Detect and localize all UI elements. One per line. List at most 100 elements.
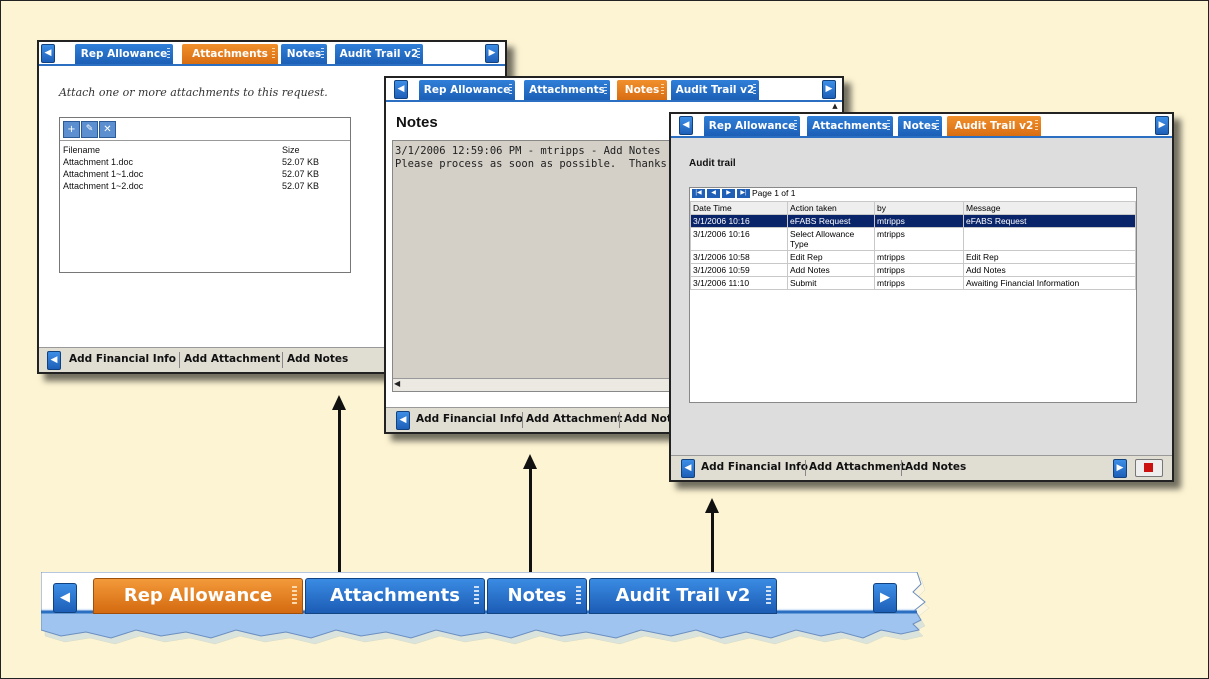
cell-date: 3/1/2006 10:59 [690,263,788,277]
last-page-icon[interactable]: ▶| [737,189,750,198]
table-row[interactable]: 3/1/2006 10:16 eFABS Request mtripps eFA… [690,214,1136,228]
illustration-canvas: ◀ Rep Allowance Attachments Notes Audit … [0,0,1209,679]
tab-attachments[interactable]: Attachments [305,578,485,614]
tab-label: Attachments [330,585,460,606]
tab-bar: ◀ Rep Allowance Attachments Notes Audit … [39,42,505,66]
edit-attachment-icon[interactable]: ✎ [81,121,98,138]
scroll-left-icon[interactable]: ◀ [396,411,410,430]
attachment-instruction: Attach one or more attachments to this r… [59,86,328,99]
scroll-left-icon[interactable]: ◀ [41,44,55,63]
tab-notes[interactable]: Notes [281,44,327,64]
next-page-icon[interactable]: ▶ [722,189,735,198]
table-row[interactable]: 3/1/2006 10:59 Add Notes mtripps Add Not… [690,263,1136,277]
cell-action: Submit [787,276,875,290]
notes-line: 3/1/2006 12:59:06 PM - mtripps - Add Not… [395,145,661,157]
tab-audit-trail[interactable]: Audit Trail v2 [671,80,759,100]
cell-date: 3/1/2006 10:16 [690,227,788,251]
arrow-line [711,513,714,572]
file-size: 52.07 KB [282,181,320,191]
audit-trail-title: Audit trail [689,158,736,169]
scroll-right-icon[interactable]: ▶ [485,44,499,63]
scroll-left-icon[interactable]: ◀ [53,583,77,613]
tab-rep-allowance[interactable]: Rep Allowance [93,578,303,614]
cell-action: Add Notes [787,263,875,277]
attachment-toolbar: + ✎ ✕ [60,118,350,141]
tab-label: Rep Allowance [423,84,511,96]
file-name: Attachment 1~1.doc [63,169,144,179]
tab-notes[interactable]: Notes [487,578,587,614]
add-financial-info-button[interactable]: Add Financial Info [416,413,523,425]
add-attachment-icon[interactable]: + [63,121,80,138]
scroll-right-icon[interactable]: ▶ [822,80,836,99]
column-size: Size [282,145,300,155]
tab-rep-allowance[interactable]: Rep Allowance [704,116,800,136]
pager-bar: |◀ ◀ ▶ ▶| Page 1 of 1 [690,188,1136,200]
column-header[interactable]: Message [963,201,1136,215]
tab-label: Attachments [192,48,268,60]
arrow-line [338,410,341,572]
scroll-left-icon[interactable]: ◀ [679,116,693,135]
cell-message [963,227,1136,251]
column-filename: Filename [63,145,101,155]
table-row[interactable]: 3/1/2006 10:58 Edit Rep mtripps Edit Rep [690,250,1136,264]
notes-title: Notes [396,114,438,131]
tab-attachments[interactable]: Attachments [524,80,610,100]
cell-by: mtripps [874,263,964,277]
tab-audit-trail[interactable]: Audit Trail v2 [947,116,1041,136]
tab-label: Notes [507,585,567,606]
tab-notes[interactable]: Notes [898,116,942,136]
tab-notes[interactable]: Notes [617,80,667,100]
file-size: 52.07 KB [282,157,320,167]
scroll-left-icon[interactable]: ◀ [47,351,61,370]
tab-attachments[interactable]: Attachments [182,44,278,64]
file-row[interactable]: Attachment 1~1.doc 52.07 KB [60,169,348,181]
cell-by: mtripps [874,214,964,228]
scroll-right-icon[interactable]: ▶ [1113,459,1127,478]
table-row[interactable]: 3/1/2006 10:16 Select Allowance Type mtr… [690,227,1136,251]
notes-line: Please process as soon as possible. Than… [395,158,693,170]
tab-label: Rep Allowance [123,585,273,606]
add-attachment-button[interactable]: Add Attachment [809,461,905,473]
scroll-right-icon[interactable]: ▶ [873,583,897,613]
stop-icon[interactable] [1135,459,1163,477]
first-page-icon[interactable]: |◀ [692,189,705,198]
column-header[interactable]: Action taken [787,201,875,215]
add-attachment-button[interactable]: Add Attachment [184,353,280,365]
tab-label: Rep Allowance [708,120,796,132]
cell-message: Awaiting Financial Information [963,276,1136,290]
tab-audit-trail[interactable]: Audit Trail v2 [589,578,777,614]
cell-message: Add Notes [963,263,1136,277]
add-financial-info-button[interactable]: Add Financial Info [69,353,176,365]
tab-label: Audit Trail v2 [339,48,419,60]
add-financial-info-button[interactable]: Add Financial Info [701,461,808,473]
cell-action: Select Allowance Type [787,227,875,251]
add-attachment-button[interactable]: Add Attachment [526,413,622,425]
bottom-action-bar: ◀ Add Financial Info Add Attachment Add … [671,455,1172,480]
scroll-left-icon[interactable]: ◀ [394,80,408,99]
cell-message: Edit Rep [963,250,1136,264]
cell-by: mtripps [874,227,964,251]
scroll-left-arrow-icon[interactable]: ◀ [394,379,400,388]
tab-rep-allowance[interactable]: Rep Allowance [75,44,173,64]
tab-rep-allowance[interactable]: Rep Allowance [419,80,515,100]
scroll-up-icon[interactable]: ▲ [830,102,840,110]
tab-bar: ◀ Rep Allowance Attachments Notes Audit … [671,114,1172,138]
add-notes-button[interactable]: Add Notes [287,353,348,365]
column-header[interactable]: by [874,201,964,215]
file-row[interactable]: Attachment 1.doc 52.07 KB [60,157,348,169]
attachment-panel: + ✎ ✕ Filename Size Attachment 1.doc 52.… [59,117,351,273]
tab-attachments[interactable]: Attachments [807,116,893,136]
scroll-right-icon[interactable]: ▶ [1155,116,1169,135]
arrow-head [523,454,537,469]
cell-date: 3/1/2006 11:10 [690,276,788,290]
add-notes-button[interactable]: Add Notes [905,461,966,473]
tab-label: Audit Trail v2 [675,84,755,96]
table-row[interactable]: 3/1/2006 11:10 Submit mtripps Awaiting F… [690,276,1136,290]
scroll-left-icon[interactable]: ◀ [681,459,695,478]
delete-attachment-icon[interactable]: ✕ [99,121,116,138]
previous-page-icon[interactable]: ◀ [707,189,720,198]
file-row[interactable]: Attachment 1~2.doc 52.07 KB [60,181,348,193]
tab-audit-trail[interactable]: Audit Trail v2 [335,44,423,64]
column-header[interactable]: Date Time [690,201,788,215]
tab-label: Attachments [529,84,605,96]
